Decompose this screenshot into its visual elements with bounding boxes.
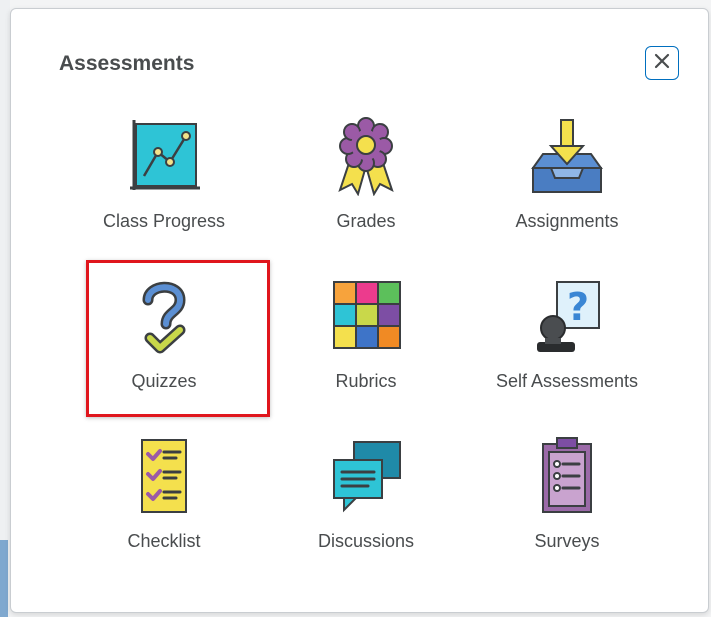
quizzes-highlight-box <box>86 260 270 417</box>
tile-label: Self Assessments <box>495 371 639 391</box>
tile-self-assessments[interactable]: ? Self Assessments <box>477 267 657 417</box>
class-progress-icon <box>124 115 204 197</box>
checklist-icon <box>124 435 204 517</box>
tile-label: Grades <box>336 211 396 231</box>
background-page-edge <box>0 0 10 617</box>
tile-surveys[interactable]: Surveys <box>477 427 657 577</box>
tile-label: Class Progress <box>102 211 226 231</box>
close-button[interactable] <box>645 46 679 80</box>
tile-rubrics[interactable]: Rubrics <box>276 267 456 417</box>
tile-label: Checklist <box>127 531 201 551</box>
tile-label: Assignments <box>515 211 619 231</box>
tile-checklist[interactable]: Checklist <box>74 427 254 577</box>
svg-text:?: ? <box>567 285 589 329</box>
tile-assignments[interactable]: Assignments <box>477 107 657 257</box>
dialog-title: Assessments <box>59 52 195 75</box>
close-icon <box>653 52 671 75</box>
tile-class-progress[interactable]: Class Progress <box>74 107 254 257</box>
background-page-accent <box>0 540 8 617</box>
rubrics-grid-icon <box>326 275 406 357</box>
assignments-inbox-icon <box>527 115 607 197</box>
discussions-icon <box>326 435 406 517</box>
surveys-clipboard-icon <box>527 435 607 517</box>
grades-ribbon-icon <box>326 115 406 197</box>
assessments-dialog: Assessments Class Progress Grades Assign… <box>10 8 709 613</box>
tile-grades[interactable]: Grades <box>276 107 456 257</box>
tile-label: Rubrics <box>335 371 397 391</box>
tile-label: Discussions <box>317 531 415 551</box>
tile-label: Surveys <box>534 531 600 551</box>
self-assessments-icon: ? <box>527 275 607 357</box>
tile-discussions[interactable]: Discussions <box>276 427 456 577</box>
